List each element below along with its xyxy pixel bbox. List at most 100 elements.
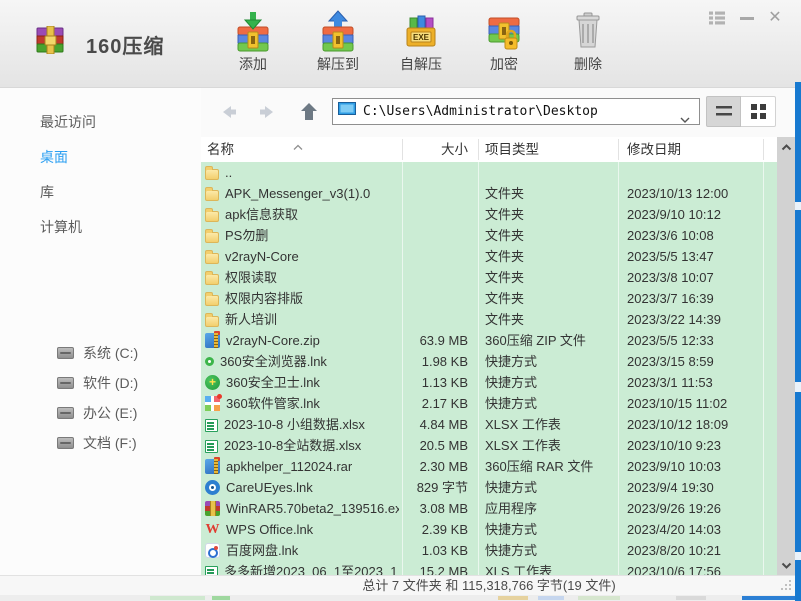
file-row[interactable]: v2rayN-Core 文件夹 2023/5/5 13:47	[201, 246, 777, 267]
file-row[interactable]: PS勿删 文件夹 2023/3/6 10:08	[201, 225, 777, 246]
scroll-up-icon[interactable]	[777, 137, 795, 157]
sidebar: 最近访问 桌面库计算机 系统 (C:) 软件 (D:) 办公 (E:) 文档 (F…	[0, 88, 201, 575]
toolbar-button-add[interactable]: 添加	[217, 10, 289, 80]
file-row[interactable]: WinRAR5.70beta2_139516.exe 3.08 MB 应用程序 …	[201, 498, 777, 519]
sidebar-drive-2[interactable]: 软件 (D:)	[0, 368, 201, 398]
navigation-bar: C:\Users\Administrator\Desktop	[201, 88, 795, 137]
trash-icon	[568, 10, 608, 54]
sort-ascending-icon	[293, 139, 303, 154]
sidebar-drive-4[interactable]: 文档 (F:)	[0, 428, 201, 458]
file-size: 4.84 MB	[419, 417, 468, 432]
file-row[interactable]: 2023-10-8 小组数据.xlsx 4.84 MB XLSX 工作表 202…	[201, 414, 777, 435]
file-name: apk信息获取	[225, 207, 298, 222]
column-divider[interactable]	[618, 139, 619, 160]
file-name: 360安全浏览器.lnk	[220, 354, 327, 369]
column-header-size[interactable]: 大小	[402, 137, 468, 162]
column-divider[interactable]	[478, 139, 479, 160]
file-date	[627, 162, 775, 183]
file-size: 3.08 MB	[419, 501, 468, 516]
table-header: 名称 大小 项目类型 修改日期	[201, 137, 777, 162]
file-name: PS勿删	[225, 228, 269, 243]
list-view-button[interactable]	[706, 96, 741, 127]
sidebar-drive-1[interactable]: 系统 (C:)	[0, 338, 201, 368]
vertical-scrollbar[interactable]	[777, 137, 795, 575]
toolbar-button-extract[interactable]: 解压到	[302, 10, 374, 80]
folder-file-icon	[205, 207, 219, 222]
file-date: 2023/3/15 8:59	[627, 354, 714, 369]
file-size: 1.13 KB	[421, 375, 468, 390]
address-path[interactable]: C:\Users\Administrator\Desktop	[363, 104, 598, 119]
column-header-type[interactable]: 项目类型	[485, 137, 539, 162]
column-divider[interactable]	[402, 139, 403, 160]
grid-view-button[interactable]	[741, 96, 776, 127]
file-row[interactable]: 360安全卫士.lnk 1.13 KB 快捷方式 2023/3/1 11:53	[201, 372, 777, 393]
minimize-button[interactable]	[737, 8, 757, 26]
desktop-fragment	[795, 202, 801, 210]
file-row[interactable]: 多多新增2023_06_1至2023_1 15.2 MB XLS 工作表 202…	[201, 561, 777, 575]
computer-icon	[338, 102, 356, 121]
file-row[interactable]: 百度网盘.lnk 1.03 KB 快捷方式 2023/8/20 10:21	[201, 540, 777, 561]
sidebar-place-3[interactable]: 库	[0, 175, 201, 210]
file-type: 应用程序	[485, 501, 538, 516]
sidebar-place-4[interactable]: 计算机	[0, 210, 201, 245]
file-row[interactable]: 权限内容排版 文件夹 2023/3/7 16:39	[201, 288, 777, 309]
file-name: apkhelper_112024.rar	[226, 459, 353, 474]
file-size	[397, 309, 468, 330]
file-size	[397, 267, 468, 288]
file-date: 2023/3/6 10:08	[627, 228, 714, 243]
zip-file-icon	[205, 331, 220, 348]
folder-file-icon	[205, 186, 219, 201]
file-row[interactable]: ..	[201, 162, 777, 183]
desktop-fragment	[742, 596, 795, 600]
desktop-fragment	[578, 596, 620, 600]
file-row[interactable]: 2023-10-8全站数据.xlsx 20.5 MB XLSX 工作表 2023…	[201, 435, 777, 456]
file-row[interactable]: 新人培训 文件夹 2023/3/22 14:39	[201, 309, 777, 330]
folder-file-icon	[205, 228, 219, 243]
file-type: 360压缩 ZIP 文件	[485, 333, 586, 348]
file-date: 2023/8/20 10:21	[627, 543, 721, 558]
file-row[interactable]: 360软件管家.lnk 2.17 KB 快捷方式 2023/10/15 11:0…	[201, 393, 777, 414]
column-divider[interactable]	[763, 139, 764, 160]
grid-view-icon	[750, 104, 766, 119]
address-combobox[interactable]: C:\Users\Administrator\Desktop	[332, 98, 700, 125]
file-type: 文件夹	[485, 291, 525, 306]
column-header-date[interactable]: 修改日期	[627, 137, 681, 162]
toolbar-button-sfx[interactable]: EXE 自解压	[385, 10, 457, 80]
desktop-fragment	[795, 552, 801, 560]
file-row[interactable]: APK_Messenger_v3(1).0 文件夹 2023/10/13 12:…	[201, 183, 777, 204]
column-header-name[interactable]: 名称	[207, 137, 234, 162]
up-icon[interactable]	[298, 101, 320, 123]
baidu-file-icon	[205, 543, 220, 558]
back-icon[interactable]	[217, 101, 239, 123]
sidebar-drive-3[interactable]: 办公 (E:)	[0, 398, 201, 428]
app-menu-icon[interactable]	[707, 11, 727, 29]
forward-icon[interactable]	[257, 101, 279, 123]
file-row[interactable]: v2rayN-Core.zip 63.9 MB 360压缩 ZIP 文件 202…	[201, 330, 777, 351]
file-type: XLSX 工作表	[485, 438, 561, 453]
toolbar-button-encrypt[interactable]: 加密	[468, 10, 540, 80]
resize-grip[interactable]	[779, 580, 791, 592]
file-row[interactable]: CareUEyes.lnk 829 字节 快捷方式 2023/9/4 19:30	[201, 477, 777, 498]
toolbar: 160压缩 添加 解压到 EXE 自解压 加密 删除 ✕	[0, 0, 801, 88]
file-date: 2023/9/10 10:12	[627, 207, 721, 222]
file-row[interactable]: 360安全浏览器.lnk 1.98 KB 快捷方式 2023/3/15 8:59	[201, 351, 777, 372]
file-type: 快捷方式	[485, 396, 538, 411]
dropdown-chevron-icon[interactable]	[680, 110, 690, 128]
file-row[interactable]: WPS Office.lnk 2.39 KB 快捷方式 2023/4/20 14…	[201, 519, 777, 540]
file-row[interactable]: apkhelper_112024.rar 2.30 MB 360压缩 RAR 文…	[201, 456, 777, 477]
file-name: 权限内容排版	[225, 291, 304, 306]
scroll-down-icon[interactable]	[777, 555, 795, 575]
sidebar-place-2[interactable]: 桌面	[0, 140, 201, 175]
file-date: 2023/10/13 12:00	[627, 186, 729, 201]
file-date: 2023/9/4 19:30	[627, 480, 714, 495]
file-size: 2.30 MB	[419, 459, 468, 474]
file-size: 63.9 MB	[419, 333, 468, 348]
file-row[interactable]: 权限读取 文件夹 2023/3/8 10:07	[201, 267, 777, 288]
file-row[interactable]: apk信息获取 文件夹 2023/9/10 10:12	[201, 204, 777, 225]
toolbar-button-delete[interactable]: 删除	[552, 10, 624, 80]
sidebar-place-1[interactable]: 最近访问	[0, 105, 201, 140]
file-type: XLS 工作表	[485, 564, 553, 575]
file-name: 百度网盘.lnk	[226, 543, 299, 558]
close-button[interactable]: ✕	[765, 8, 785, 26]
file-type: 360压缩 RAR 文件	[485, 459, 594, 474]
